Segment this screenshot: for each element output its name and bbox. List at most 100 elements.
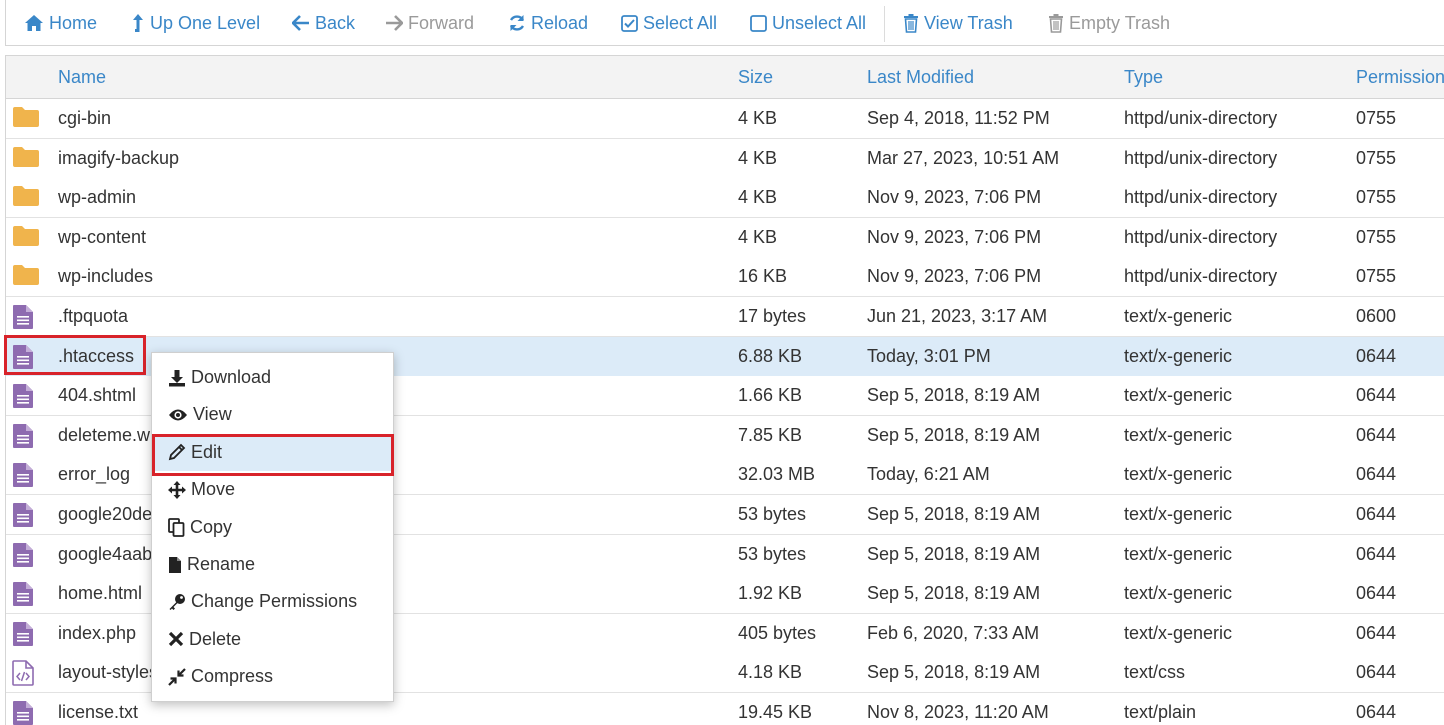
file-permissions: 0644 xyxy=(1356,662,1397,683)
menu-item-label: Compress xyxy=(191,666,274,687)
menu-item-edit[interactable]: Edit xyxy=(152,433,393,471)
file-last-modified: Today, 6:21 AM xyxy=(867,464,990,485)
file-permissions: 0755 xyxy=(1356,147,1397,168)
file-name[interactable]: wp-admin xyxy=(58,178,748,217)
menu-item-copy[interactable]: Copy xyxy=(152,509,393,546)
select-all-button[interactable]: Select All xyxy=(621,0,717,46)
file-last-modified: Sep 5, 2018, 8:19 AM xyxy=(867,424,1041,445)
file-text-icon xyxy=(12,581,40,607)
file-size: 53 bytes xyxy=(738,543,807,564)
view-trash-button[interactable]: View Trash xyxy=(903,0,1013,46)
file-type: httpd/unix-directory xyxy=(1124,187,1278,208)
file-last-modified: Sep 5, 2018, 8:19 AM xyxy=(867,385,1041,406)
file-name[interactable]: cgi-bin xyxy=(58,99,748,138)
file-type: text/plain xyxy=(1124,702,1197,722)
eye-icon xyxy=(168,408,193,422)
menu-item-label: Copy xyxy=(190,516,233,537)
file-last-modified: Jun 21, 2023, 3:17 AM xyxy=(867,306,1048,326)
column-header-permissions[interactable]: Permission xyxy=(1356,56,1444,98)
file-type: httpd/unix-directory xyxy=(1124,226,1278,247)
column-header-type[interactable]: Type xyxy=(1124,56,1163,98)
copy-icon xyxy=(168,517,190,537)
file-type: httpd/unix-directory xyxy=(1124,266,1278,287)
file-text-icon xyxy=(12,383,40,409)
file-type: text/x-generic xyxy=(1124,583,1233,604)
menu-item-compress[interactable]: Compress xyxy=(152,658,393,695)
file-type: text/x-generic xyxy=(1124,385,1233,406)
level-up-icon xyxy=(133,14,143,32)
file-type: httpd/unix-directory xyxy=(1124,108,1278,128)
file-permissions: 0644 xyxy=(1356,345,1397,366)
file-last-modified: Sep 5, 2018, 8:19 AM xyxy=(867,504,1041,524)
column-header-name[interactable]: Name xyxy=(58,56,106,98)
file-permissions: 0644 xyxy=(1356,543,1397,564)
file-permissions: 0755 xyxy=(1356,266,1397,287)
trash-icon xyxy=(904,13,918,33)
home-button[interactable]: Home xyxy=(24,0,97,46)
table-row[interactable]: cgi-bin 4 KB Sep 4, 2018, 11:52 PM httpd/un… xyxy=(6,99,1444,139)
column-header-last-modified[interactable]: Last Modified xyxy=(867,56,974,98)
menu-item-label: Download xyxy=(191,367,272,387)
toolbar: Home Up One Level Back Forward Reload Se… xyxy=(5,0,1444,46)
file-size: 405 bytes xyxy=(738,622,817,643)
file-size: 4.18 KB xyxy=(738,662,803,683)
column-header-size[interactable]: Size xyxy=(738,56,773,98)
reload-button[interactable]: Reload xyxy=(508,0,588,46)
file-text-icon xyxy=(12,700,40,725)
file-size: 1.92 KB xyxy=(738,583,803,604)
menu-item-label: Move xyxy=(191,479,236,500)
key-icon xyxy=(168,593,191,611)
menu-item-view[interactable]: View xyxy=(152,396,393,433)
file-type: text/x-generic xyxy=(1124,622,1233,643)
menu-item-label: View xyxy=(193,404,232,425)
toolbar-divider xyxy=(884,6,885,42)
menu-item-label: Rename xyxy=(187,554,256,574)
file-size: 32.03 MB xyxy=(738,464,816,485)
file-text-icon xyxy=(12,423,40,449)
arrow-left-icon xyxy=(292,15,309,31)
up-one-level-button[interactable]: Up One Level xyxy=(131,0,260,46)
folder-icon xyxy=(12,225,40,251)
menu-item-download[interactable]: Download xyxy=(152,359,393,396)
file-name[interactable]: wp-content xyxy=(58,218,748,257)
unselect-all-button[interactable]: Unselect All xyxy=(750,0,866,46)
file-last-modified: Sep 4, 2018, 11:52 PM xyxy=(867,108,1050,128)
file-permissions: 0755 xyxy=(1356,108,1397,128)
file-type: text/x-generic xyxy=(1124,424,1233,445)
file-size: 6.88 KB xyxy=(738,345,803,366)
check-square-icon xyxy=(621,14,638,32)
menu-item-rename[interactable]: Rename xyxy=(152,546,393,583)
file-permissions: 0755 xyxy=(1356,187,1397,208)
folder-icon xyxy=(12,185,40,211)
table-row[interactable]: imagify-backup 4 KB Mar 27, 2023, 10:51 AM… xyxy=(6,138,1444,179)
file-text-icon xyxy=(12,462,40,488)
menu-item-delete[interactable]: Delete xyxy=(152,621,393,658)
file-type: text/x-generic xyxy=(1124,504,1233,524)
table-row[interactable]: wp-admin 4 KB Nov 9, 2023, 7:06 PM httpd/un… xyxy=(6,178,1444,219)
file-name[interactable]: .ftpquota xyxy=(58,297,748,336)
table-row[interactable]: wp-content 4 KB Nov 9, 2023, 7:06 PM httpd/… xyxy=(6,217,1444,258)
file-permissions: 0644 xyxy=(1356,702,1397,722)
file-last-modified: Nov 9, 2023, 7:06 PM xyxy=(867,266,1042,287)
table-row[interactable]: wp-includes 16 KB Nov 9, 2023, 7:06 PM http… xyxy=(6,257,1444,298)
table-header: Name Size Last Modified Type Permission xyxy=(6,55,1444,99)
table-row[interactable]: .ftpquota 17 bytes Jun 21, 2023, 3:17 AM te… xyxy=(6,297,1444,337)
file-permissions: 0644 xyxy=(1356,583,1397,604)
forward-button[interactable]: Forward xyxy=(385,0,474,46)
file-text-icon xyxy=(12,621,40,647)
file-size: 4 KB xyxy=(738,226,778,247)
file-type: httpd/unix-directory xyxy=(1124,147,1278,168)
menu-item-move[interactable]: Move xyxy=(152,471,393,508)
folder-icon xyxy=(12,146,40,172)
file-text-icon xyxy=(12,344,40,370)
file-permissions: 0644 xyxy=(1356,424,1397,445)
menu-item-label: Edit xyxy=(191,441,223,462)
empty-trash-button[interactable]: Empty Trash xyxy=(1048,0,1170,46)
file-name[interactable]: imagify-backup xyxy=(58,139,748,178)
menu-item-change-permissions[interactable]: Change Permissions xyxy=(152,583,393,620)
folder-icon xyxy=(12,264,40,290)
file-name[interactable]: wp-includes xyxy=(58,257,748,296)
arrow-right-icon xyxy=(386,15,403,31)
file-size: 4 KB xyxy=(738,147,778,168)
back-button[interactable]: Back xyxy=(292,0,355,46)
